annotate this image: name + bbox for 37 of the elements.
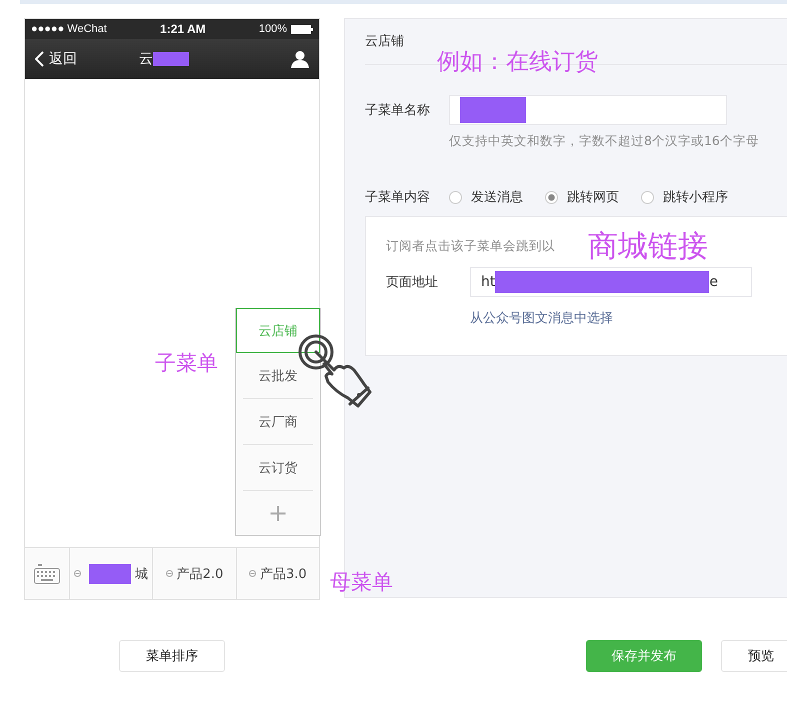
submenu-item[interactable]: 云订货 xyxy=(243,445,313,491)
annotation-text: 商城链接 xyxy=(588,228,708,266)
clock-time: 1:21 AM xyxy=(160,22,206,36)
field-hint: 仅支持中英文和数字，字数不超过8个汉字或16个字母 xyxy=(449,133,760,150)
radio-option[interactable]: 跳转小程序 xyxy=(641,188,728,206)
annotation-text: 子菜单 xyxy=(155,350,218,377)
back-button[interactable]: 返回 xyxy=(35,50,77,68)
chat-title: 云 xyxy=(139,50,153,68)
radio-option[interactable]: 跳转网页 xyxy=(545,188,619,206)
menu-bar-item[interactable]: 产品2.0 xyxy=(176,564,224,582)
field-label: 页面地址 xyxy=(386,274,439,291)
redaction-block xyxy=(153,52,189,66)
submenu-item[interactable]: 云批发 xyxy=(243,353,313,399)
submenu-name-field[interactable] xyxy=(449,95,727,125)
action-button[interactable]: 菜单排序 xyxy=(119,640,225,672)
menu-bar-item[interactable]: 城 xyxy=(135,564,148,582)
action-button[interactable]: 预览 xyxy=(721,640,787,672)
field-label: 子菜单内容 xyxy=(365,189,431,206)
keyboard-icon[interactable] xyxy=(34,564,60,584)
menu-bar-item[interactable]: 产品3.0 xyxy=(260,564,307,582)
submenu-dot-icon xyxy=(248,570,256,577)
submenu-dot-icon xyxy=(74,570,82,577)
link-hint: 订阅者点击该子菜单会跳到以 xyxy=(386,238,555,255)
annotation-text: 母菜单 xyxy=(330,569,393,596)
radio-option[interactable]: 发送消息 xyxy=(449,188,523,206)
carrier-label: ●●●●● WeChat xyxy=(31,23,107,35)
battery-icon xyxy=(290,24,313,34)
submenu-dot-icon xyxy=(166,570,173,577)
field-label: 子菜单名称 xyxy=(365,102,431,119)
redaction-block xyxy=(460,97,526,123)
battery-percent: 100% xyxy=(258,23,287,35)
annotation-text: 例如：在线订货 xyxy=(437,48,598,77)
chevron-left-icon xyxy=(35,51,44,67)
url-field[interactable]: ht e xyxy=(470,267,752,297)
pick-from-articles-link[interactable]: 从公众号图文消息中选择 xyxy=(470,309,787,327)
submenu-item[interactable]: 云厂商 xyxy=(243,399,313,445)
profile-icon[interactable] xyxy=(291,50,309,68)
